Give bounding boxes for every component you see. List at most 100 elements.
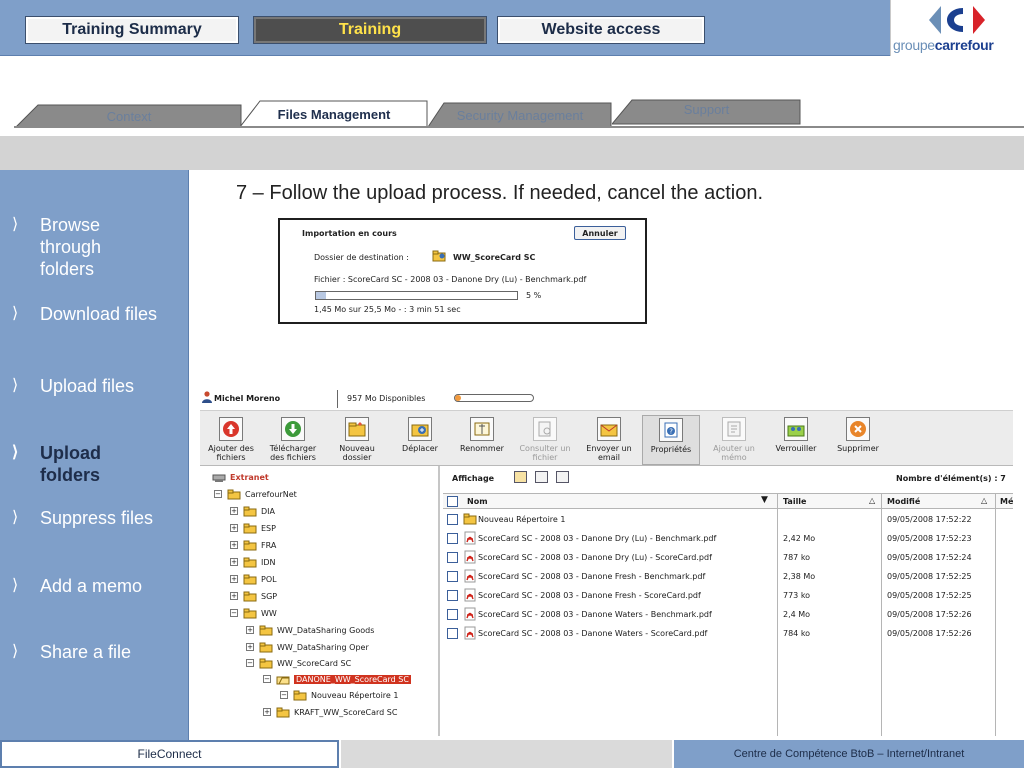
expand-icon[interactable]: + bbox=[263, 708, 271, 716]
column-name[interactable]: Nom bbox=[467, 497, 488, 506]
expand-icon[interactable]: + bbox=[230, 507, 238, 515]
sub-tab-band: Context Security Management Support File… bbox=[0, 56, 1024, 136]
sidebar-item-share-file[interactable]: ⟩ Share a file bbox=[12, 641, 160, 663]
carrefour-emblem-icon bbox=[929, 6, 985, 34]
email-icon bbox=[597, 417, 621, 441]
file-row[interactable]: ScoreCard SC - 2008 03 - Danone Waters -… bbox=[443, 605, 1013, 624]
file-row[interactable]: ScoreCard SC - 2008 03 - Danone Dry (Lu)… bbox=[443, 548, 1013, 567]
expand-icon[interactable]: + bbox=[230, 575, 238, 583]
add-files-icon bbox=[219, 417, 243, 441]
tree-node-selected[interactable]: − DANONE_WW_ScoreCard SC bbox=[263, 672, 411, 686]
tree-node[interactable]: − WW bbox=[230, 606, 277, 620]
column-extra[interactable]: Mé bbox=[1000, 497, 1013, 506]
file-row[interactable]: ScoreCard SC - 2008 03 - Danone Fresh - … bbox=[443, 586, 1013, 605]
file-row[interactable]: ScoreCard SC - 2008 03 - Danone Waters -… bbox=[443, 624, 1013, 643]
thumbnail-view-icon[interactable] bbox=[556, 471, 569, 483]
row-checkbox[interactable] bbox=[447, 609, 458, 620]
row-checkbox[interactable] bbox=[447, 552, 458, 563]
column-modified[interactable]: Modifié bbox=[887, 497, 920, 506]
expand-icon[interactable]: + bbox=[230, 524, 238, 532]
sidebar-item-download-files[interactable]: ⟩ Download files bbox=[12, 303, 160, 325]
download-files-button[interactable]: Télécharger des fichiers bbox=[265, 415, 321, 465]
sidebar-item-add-memo[interactable]: ⟩ Add a memo bbox=[12, 575, 160, 597]
chevron-right-icon: ⟩ bbox=[12, 305, 19, 322]
sort-asc-icon[interactable]: △ bbox=[869, 496, 875, 505]
sidebar-item-suppress-files[interactable]: ⟩ Suppress files bbox=[12, 507, 160, 529]
column-size[interactable]: Taille bbox=[783, 497, 806, 506]
sort-desc-icon[interactable]: ▼ bbox=[761, 495, 768, 505]
properties-button[interactable]: ? Propriétés bbox=[642, 415, 700, 465]
folder-icon bbox=[243, 506, 257, 516]
logo-wordmark: groupecarrefour bbox=[893, 37, 994, 53]
row-checkbox[interactable] bbox=[447, 628, 458, 639]
file-row[interactable]: Nouveau Répertoire 1 09/05/2008 17:52:22 bbox=[443, 510, 1013, 529]
expand-icon[interactable]: + bbox=[246, 626, 254, 634]
cancel-button[interactable]: Annuler bbox=[574, 226, 626, 240]
collapse-icon[interactable]: − bbox=[230, 609, 238, 617]
tree-node[interactable]: − Nouveau Répertoire 1 bbox=[280, 688, 398, 702]
row-checkbox[interactable] bbox=[447, 533, 458, 544]
folder-icon bbox=[293, 690, 307, 700]
lock-button[interactable]: Verrouiller bbox=[768, 415, 824, 465]
tree-node[interactable]: + KRAFT_WW_ScoreCard SC bbox=[263, 705, 397, 719]
collapse-icon[interactable]: − bbox=[246, 659, 254, 667]
upload-progress-dialog: Importation en cours Annuler Dossier de … bbox=[278, 218, 647, 324]
new-folder-icon bbox=[345, 417, 369, 441]
select-all-checkbox[interactable] bbox=[447, 496, 458, 507]
subtab-security-management[interactable]: Security Management bbox=[428, 102, 612, 128]
expand-icon[interactable]: + bbox=[230, 558, 238, 566]
new-folder-button[interactable]: Nouveau dossier bbox=[329, 415, 385, 465]
folder-tree: Extranet − CarrefourNet + DIA + ESP + FRA + I… bbox=[200, 466, 440, 736]
tree-node[interactable]: − WW_ScoreCard SC bbox=[246, 656, 351, 670]
folder-icon bbox=[243, 523, 257, 533]
tree-node[interactable]: + IDN bbox=[230, 555, 276, 569]
move-button[interactable]: Déplacer bbox=[392, 415, 448, 465]
tree-node[interactable]: + WW_DataSharing Oper bbox=[246, 640, 369, 654]
tree-node[interactable]: + POL bbox=[230, 572, 277, 586]
file-list-header: Nom ▼ Taille △ Modifié △ Mé bbox=[443, 493, 1013, 509]
file-row[interactable]: ScoreCard SC - 2008 03 - Danone Fresh - … bbox=[443, 567, 1013, 586]
rename-button[interactable]: Renommer bbox=[454, 415, 510, 465]
folder-icon bbox=[243, 591, 257, 601]
expand-icon[interactable]: + bbox=[230, 541, 238, 549]
sidebar-item-browse-folders[interactable]: ⟩ Browse through folders bbox=[12, 214, 160, 280]
tree-node[interactable]: Extranet bbox=[212, 470, 269, 484]
sidebar-item-upload-folders[interactable]: ⟩ Upload folders bbox=[12, 442, 160, 486]
sidebar-item-upload-files[interactable]: ⟩ Upload files bbox=[12, 375, 160, 397]
tree-node[interactable]: + SGP bbox=[230, 589, 277, 603]
send-email-button[interactable]: Envoyer un email bbox=[581, 415, 637, 465]
tree-node[interactable]: + WW_DataSharing Goods bbox=[246, 623, 374, 637]
expand-icon[interactable]: + bbox=[246, 643, 254, 651]
detail-view-icon[interactable] bbox=[535, 471, 548, 483]
row-checkbox[interactable] bbox=[447, 514, 458, 525]
delete-button[interactable]: Supprimer bbox=[830, 415, 886, 465]
tree-node[interactable]: + DIA bbox=[230, 504, 275, 518]
dialog-title: Importation en cours bbox=[302, 229, 397, 238]
folder-icon bbox=[259, 625, 273, 635]
tab-website-access[interactable]: Website access bbox=[497, 16, 705, 44]
item-count: Nombre d'élément(s) : 7 bbox=[896, 474, 1006, 483]
tab-training[interactable]: Training bbox=[253, 16, 487, 44]
collapse-icon[interactable]: − bbox=[263, 675, 271, 683]
chevron-right-icon: ⟩ bbox=[12, 377, 19, 394]
tree-node[interactable]: + FRA bbox=[230, 538, 276, 552]
tab-training-summary[interactable]: Training Summary bbox=[25, 16, 239, 44]
collapse-icon[interactable]: − bbox=[280, 691, 288, 699]
folder-icon bbox=[227, 489, 241, 499]
collapse-icon[interactable]: − bbox=[214, 490, 222, 498]
sort-asc-icon[interactable]: △ bbox=[981, 496, 987, 505]
add-memo-button[interactable]: Ajouter un mémo bbox=[706, 415, 762, 465]
subtab-context[interactable]: Context bbox=[16, 104, 242, 128]
tree-node[interactable]: + ESP bbox=[230, 521, 276, 535]
row-checkbox[interactable] bbox=[447, 590, 458, 601]
subtab-support[interactable]: Support bbox=[612, 99, 801, 125]
view-file-button[interactable]: Consulter un fichier bbox=[517, 415, 573, 465]
carrefour-logo: groupecarrefour bbox=[890, 0, 1024, 56]
list-view-icon[interactable] bbox=[514, 471, 527, 483]
subtab-files-management[interactable]: Files Management bbox=[240, 100, 428, 128]
file-row[interactable]: ScoreCard SC - 2008 03 - Danone Dry (Lu)… bbox=[443, 529, 1013, 548]
row-checkbox[interactable] bbox=[447, 571, 458, 582]
add-files-button[interactable]: Ajouter des fichiers bbox=[203, 415, 259, 465]
expand-icon[interactable]: + bbox=[230, 592, 238, 600]
tree-node[interactable]: − CarrefourNet bbox=[214, 487, 297, 501]
